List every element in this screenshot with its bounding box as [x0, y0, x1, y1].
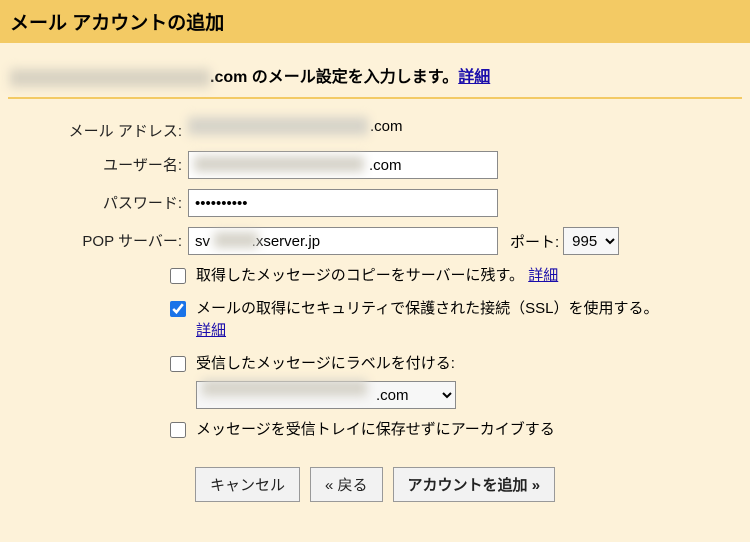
form: メール アドレス: .com ユーザー名: パスワード: POP サーバー: — [0, 117, 750, 502]
leave-copy-row: 取得したメッセージのコピーをサーバーに残す。 詳細 — [170, 265, 740, 288]
email-label: メール アドレス: — [10, 117, 188, 141]
password-row: パスワード: — [10, 189, 740, 217]
leave-copy-text: 取得したメッセージのコピーをサーバーに残す。 — [196, 267, 524, 284]
divider — [8, 97, 742, 99]
pop-server-label: POP サーバー: — [10, 227, 188, 251]
port-select[interactable]: 995 — [563, 227, 619, 255]
redacted-email-value — [188, 117, 368, 135]
dialog-subtitle: .com のメール設定を入力します。詳細 — [0, 43, 750, 97]
email-value: .com — [188, 117, 740, 135]
username-label: ユーザー名: — [10, 151, 188, 175]
label-text: 受信したメッセージにラベルを付ける: — [196, 355, 455, 372]
add-mail-account-dialog: メール アカウントの追加 .com のメール設定を入力します。詳細 メール アド… — [0, 0, 750, 542]
password-label: パスワード: — [10, 189, 188, 213]
ssl-row: メールの取得にセキュリティで保護された接続（SSL）を使用する。 詳細 — [170, 298, 740, 343]
dialog-title: メール アカウントの追加 — [0, 0, 750, 43]
archive-row: メッセージを受信トレイに保存せずにアーカイブする — [170, 419, 740, 442]
archive-checkbox[interactable] — [170, 422, 186, 438]
password-input[interactable] — [188, 189, 498, 217]
username-input[interactable] — [188, 151, 498, 179]
archive-text: メッセージを受信トレイに保存せずにアーカイブする — [196, 419, 555, 442]
email-row: メール アドレス: .com — [10, 117, 740, 141]
pop-server-input[interactable] — [188, 227, 498, 255]
button-row: キャンセル « 戻る アカウントを追加 » — [195, 467, 740, 502]
add-account-button[interactable]: アカウントを追加 » — [393, 467, 556, 502]
ssl-details-link[interactable]: 詳細 — [196, 322, 226, 339]
label-select[interactable]: .com — [196, 381, 456, 409]
username-row: ユーザー名: — [10, 151, 740, 179]
back-button[interactable]: « 戻る — [310, 467, 383, 502]
redacted-email — [10, 69, 210, 87]
port-label: ポート: — [510, 231, 559, 252]
label-checkbox[interactable] — [170, 356, 186, 372]
details-link[interactable]: 詳細 — [458, 69, 490, 86]
cancel-button[interactable]: キャンセル — [195, 467, 300, 502]
ssl-text: メールの取得にセキュリティで保護された接続（SSL）を使用する。 — [196, 300, 658, 317]
leave-copy-details-link[interactable]: 詳細 — [528, 267, 558, 284]
leave-copy-checkbox[interactable] — [170, 268, 186, 284]
label-row: 受信したメッセージにラベルを付ける: .com — [170, 353, 740, 410]
ssl-checkbox[interactable] — [170, 301, 186, 317]
pop-server-row: POP サーバー: ポート: 995 — [10, 227, 740, 255]
